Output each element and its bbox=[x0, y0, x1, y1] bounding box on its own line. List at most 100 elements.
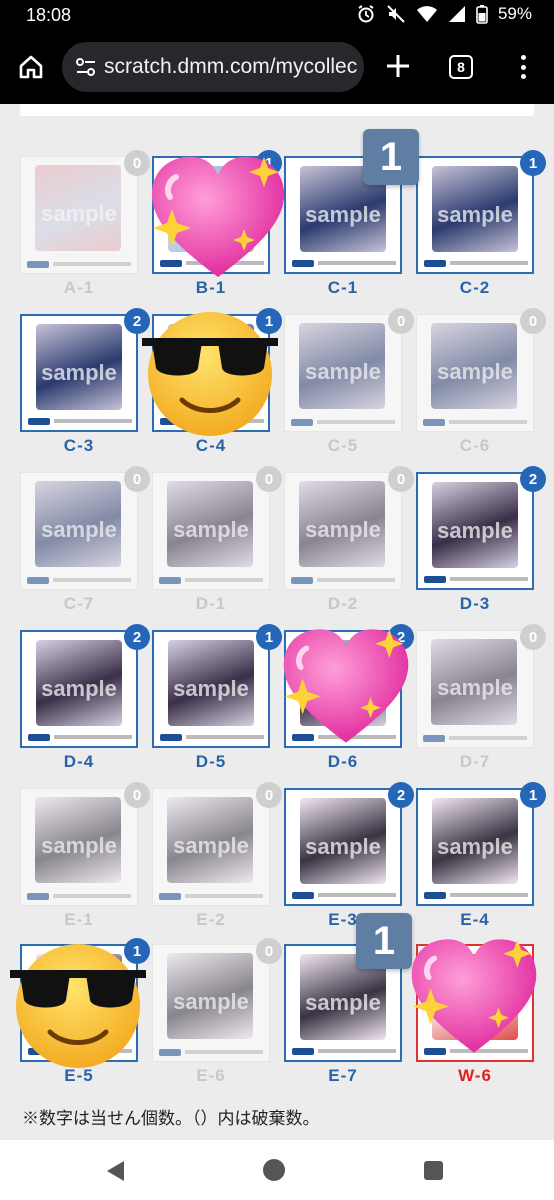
card-brand-strip bbox=[28, 732, 132, 742]
card-label: E-7 bbox=[328, 1066, 358, 1085]
card-brand-strip bbox=[159, 575, 263, 585]
card-brand-strip bbox=[291, 417, 395, 427]
sample-watermark: sample bbox=[305, 359, 381, 384]
count-badge: 0 bbox=[520, 624, 546, 650]
collection-card[interactable]: sample bbox=[152, 630, 270, 748]
alarm-icon bbox=[358, 5, 374, 23]
battery-icon bbox=[476, 5, 488, 24]
card-brand-strip bbox=[160, 732, 264, 742]
card-brand-strip bbox=[292, 258, 396, 268]
recents-icon[interactable] bbox=[424, 1161, 443, 1180]
card-brand-strip bbox=[424, 574, 528, 584]
card-label: D-1 bbox=[195, 594, 227, 613]
card-brand-strip bbox=[423, 417, 527, 427]
card-label: E-2 bbox=[196, 910, 226, 929]
collection-card[interactable]: sample bbox=[20, 788, 138, 906]
wifi-icon bbox=[416, 6, 437, 22]
collection-card[interactable]: sample bbox=[284, 472, 402, 590]
sample-watermark: sample bbox=[173, 676, 249, 701]
card-label: D-7 bbox=[459, 752, 491, 771]
sample-watermark: sample bbox=[41, 517, 117, 542]
card-label: D-2 bbox=[327, 594, 359, 613]
card-brand-strip bbox=[159, 891, 263, 901]
card-label: E-4 bbox=[460, 910, 490, 929]
count-badge: 0 bbox=[388, 308, 414, 334]
address-bar[interactable]: scratch.dmm.com/mycollec bbox=[62, 42, 364, 92]
card-brand-strip bbox=[27, 259, 131, 269]
collection-card[interactable]: sample bbox=[416, 156, 534, 274]
site-settings-icon[interactable] bbox=[68, 58, 104, 76]
card-label: D-6 bbox=[327, 752, 359, 771]
count-badge: 1 bbox=[520, 150, 546, 176]
card-label: A-1 bbox=[63, 278, 95, 297]
mute-icon bbox=[387, 5, 405, 23]
count-badge: 0 bbox=[256, 466, 282, 492]
card-label: C-5 bbox=[327, 436, 359, 455]
count-badge: 1 bbox=[520, 782, 546, 808]
card-brand-strip bbox=[159, 1047, 263, 1057]
sample-watermark: sample bbox=[173, 517, 249, 542]
home-nav-icon[interactable] bbox=[263, 1159, 285, 1181]
collection-card[interactable]: sample bbox=[20, 156, 138, 274]
card-brand-strip bbox=[424, 890, 528, 900]
collection-card[interactable]: sample bbox=[20, 314, 138, 432]
sample-watermark: sample bbox=[173, 833, 249, 858]
collection-card[interactable]: sample bbox=[416, 788, 534, 906]
sunglasses-emoji-sticker bbox=[10, 944, 146, 1068]
count-badge: 0 bbox=[256, 938, 282, 964]
card-label: C-7 bbox=[63, 594, 95, 613]
collection-card[interactable]: sample bbox=[152, 944, 270, 1062]
collection-card[interactable]: sample bbox=[152, 788, 270, 906]
collection-card[interactable]: sample bbox=[416, 472, 534, 590]
collection-card[interactable]: sample bbox=[416, 314, 534, 432]
card-brand-strip bbox=[292, 1046, 396, 1056]
system-nav-bar bbox=[0, 1140, 554, 1200]
back-icon[interactable] bbox=[104, 1160, 126, 1182]
card-label: D-5 bbox=[195, 752, 227, 771]
sample-watermark: sample bbox=[305, 517, 381, 542]
more-menu-icon[interactable] bbox=[514, 52, 532, 82]
sparkling-heart-sticker bbox=[283, 629, 409, 743]
count-badge: 2 bbox=[388, 782, 414, 808]
count-badge: 0 bbox=[256, 782, 282, 808]
card-label: C-3 bbox=[63, 436, 95, 455]
browser-toolbar: scratch.dmm.com/mycollec 8 bbox=[0, 30, 554, 104]
card-label: W-6 bbox=[458, 1066, 492, 1085]
sparkling-heart-sticker bbox=[411, 939, 537, 1053]
card-brand-strip bbox=[27, 891, 131, 901]
collection-card[interactable]: sample bbox=[20, 630, 138, 748]
card-brand-strip bbox=[292, 890, 396, 900]
status-bar: 18:08 59% bbox=[0, 0, 554, 30]
card-label: E-1 bbox=[64, 910, 94, 929]
card-label: D-4 bbox=[63, 752, 95, 771]
tab-switcher-button[interactable]: 8 bbox=[449, 55, 473, 79]
status-time: 18:08 bbox=[26, 5, 72, 25]
collection-card[interactable]: sample bbox=[152, 472, 270, 590]
card-brand-strip bbox=[424, 258, 528, 268]
card-label: E-6 bbox=[196, 1066, 226, 1085]
sample-watermark: sample bbox=[41, 833, 117, 858]
count-badge: 0 bbox=[124, 782, 150, 808]
home-icon bbox=[19, 55, 43, 79]
card-brand-strip bbox=[291, 575, 395, 585]
collection-card[interactable]: sample bbox=[416, 630, 534, 748]
sample-watermark: sample bbox=[437, 359, 513, 384]
sunglasses-emoji-sticker bbox=[142, 312, 278, 436]
sample-watermark: sample bbox=[41, 360, 117, 385]
signal-icon bbox=[448, 6, 465, 22]
home-button[interactable] bbox=[14, 50, 48, 84]
card-brand-strip bbox=[27, 575, 131, 585]
collection-card[interactable]: sample bbox=[284, 788, 402, 906]
sample-watermark: sample bbox=[437, 518, 513, 543]
new-tab-icon[interactable] bbox=[384, 52, 412, 80]
count-badge: 2 bbox=[520, 466, 546, 492]
card-label: C-1 bbox=[327, 278, 359, 297]
card-brand-strip bbox=[423, 733, 527, 743]
sample-watermark: sample bbox=[437, 202, 513, 227]
sample-watermark: sample bbox=[41, 201, 117, 226]
sample-watermark: sample bbox=[41, 676, 117, 701]
collection-card[interactable]: sample bbox=[284, 314, 402, 432]
card-label: C-6 bbox=[459, 436, 491, 455]
collection-card[interactable]: sample bbox=[20, 472, 138, 590]
sample-watermark: sample bbox=[305, 834, 381, 859]
